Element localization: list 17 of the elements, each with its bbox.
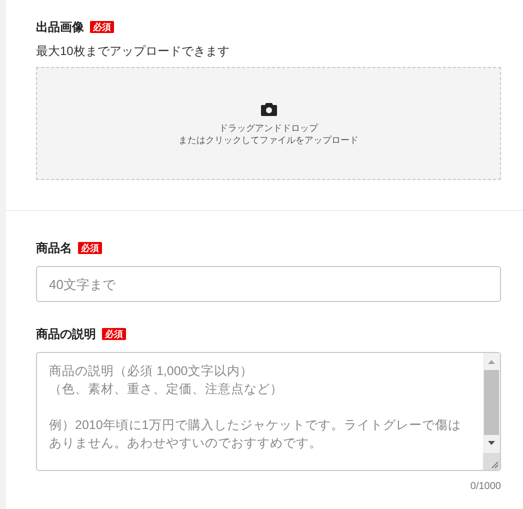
upload-note: 最大10枚までアップロードできます [36,44,230,58]
placeholder-text: 例）2010年頃に1万円で購入したジャケットです。ライトグレーで傷はありません。あわせやすいのでおすすめです。 [49,417,462,452]
placeholder-text: 商品の説明（必須 1,000文字以内） [49,363,254,380]
field-label: 出品画像 [36,20,84,34]
required-badge: 必須 [102,328,126,340]
required-badge: 必須 [78,242,102,254]
required-badge: 必須 [90,21,114,33]
camera-icon [260,102,276,116]
description-field[interactable]: 商品の説明（必須 1,000文字以内） （色、素材、重さ、定価、注意点など） 例）2010年頃に1万円で購入したジャケットです。ライトグレーで傷はありません。あわせやすいのでおすすめです。 [36,352,501,471]
dropzone-text: ドラッグアンドドロップ [219,122,318,134]
field-label: 商品名 [36,241,72,255]
character-counter: 0/1000 [470,481,501,493]
field-label: 商品の説明 [36,327,96,341]
upload-dropzone[interactable]: ドラッグアンドドロップ またはクリックしてファイルをアップロード [36,67,501,180]
dropzone-text: またはクリックしてファイルをアップロード [178,134,358,146]
product-name-field[interactable]: 40文字まで [36,266,501,302]
placeholder-text: （色、素材、重さ、定価、注意点など） [49,381,284,398]
